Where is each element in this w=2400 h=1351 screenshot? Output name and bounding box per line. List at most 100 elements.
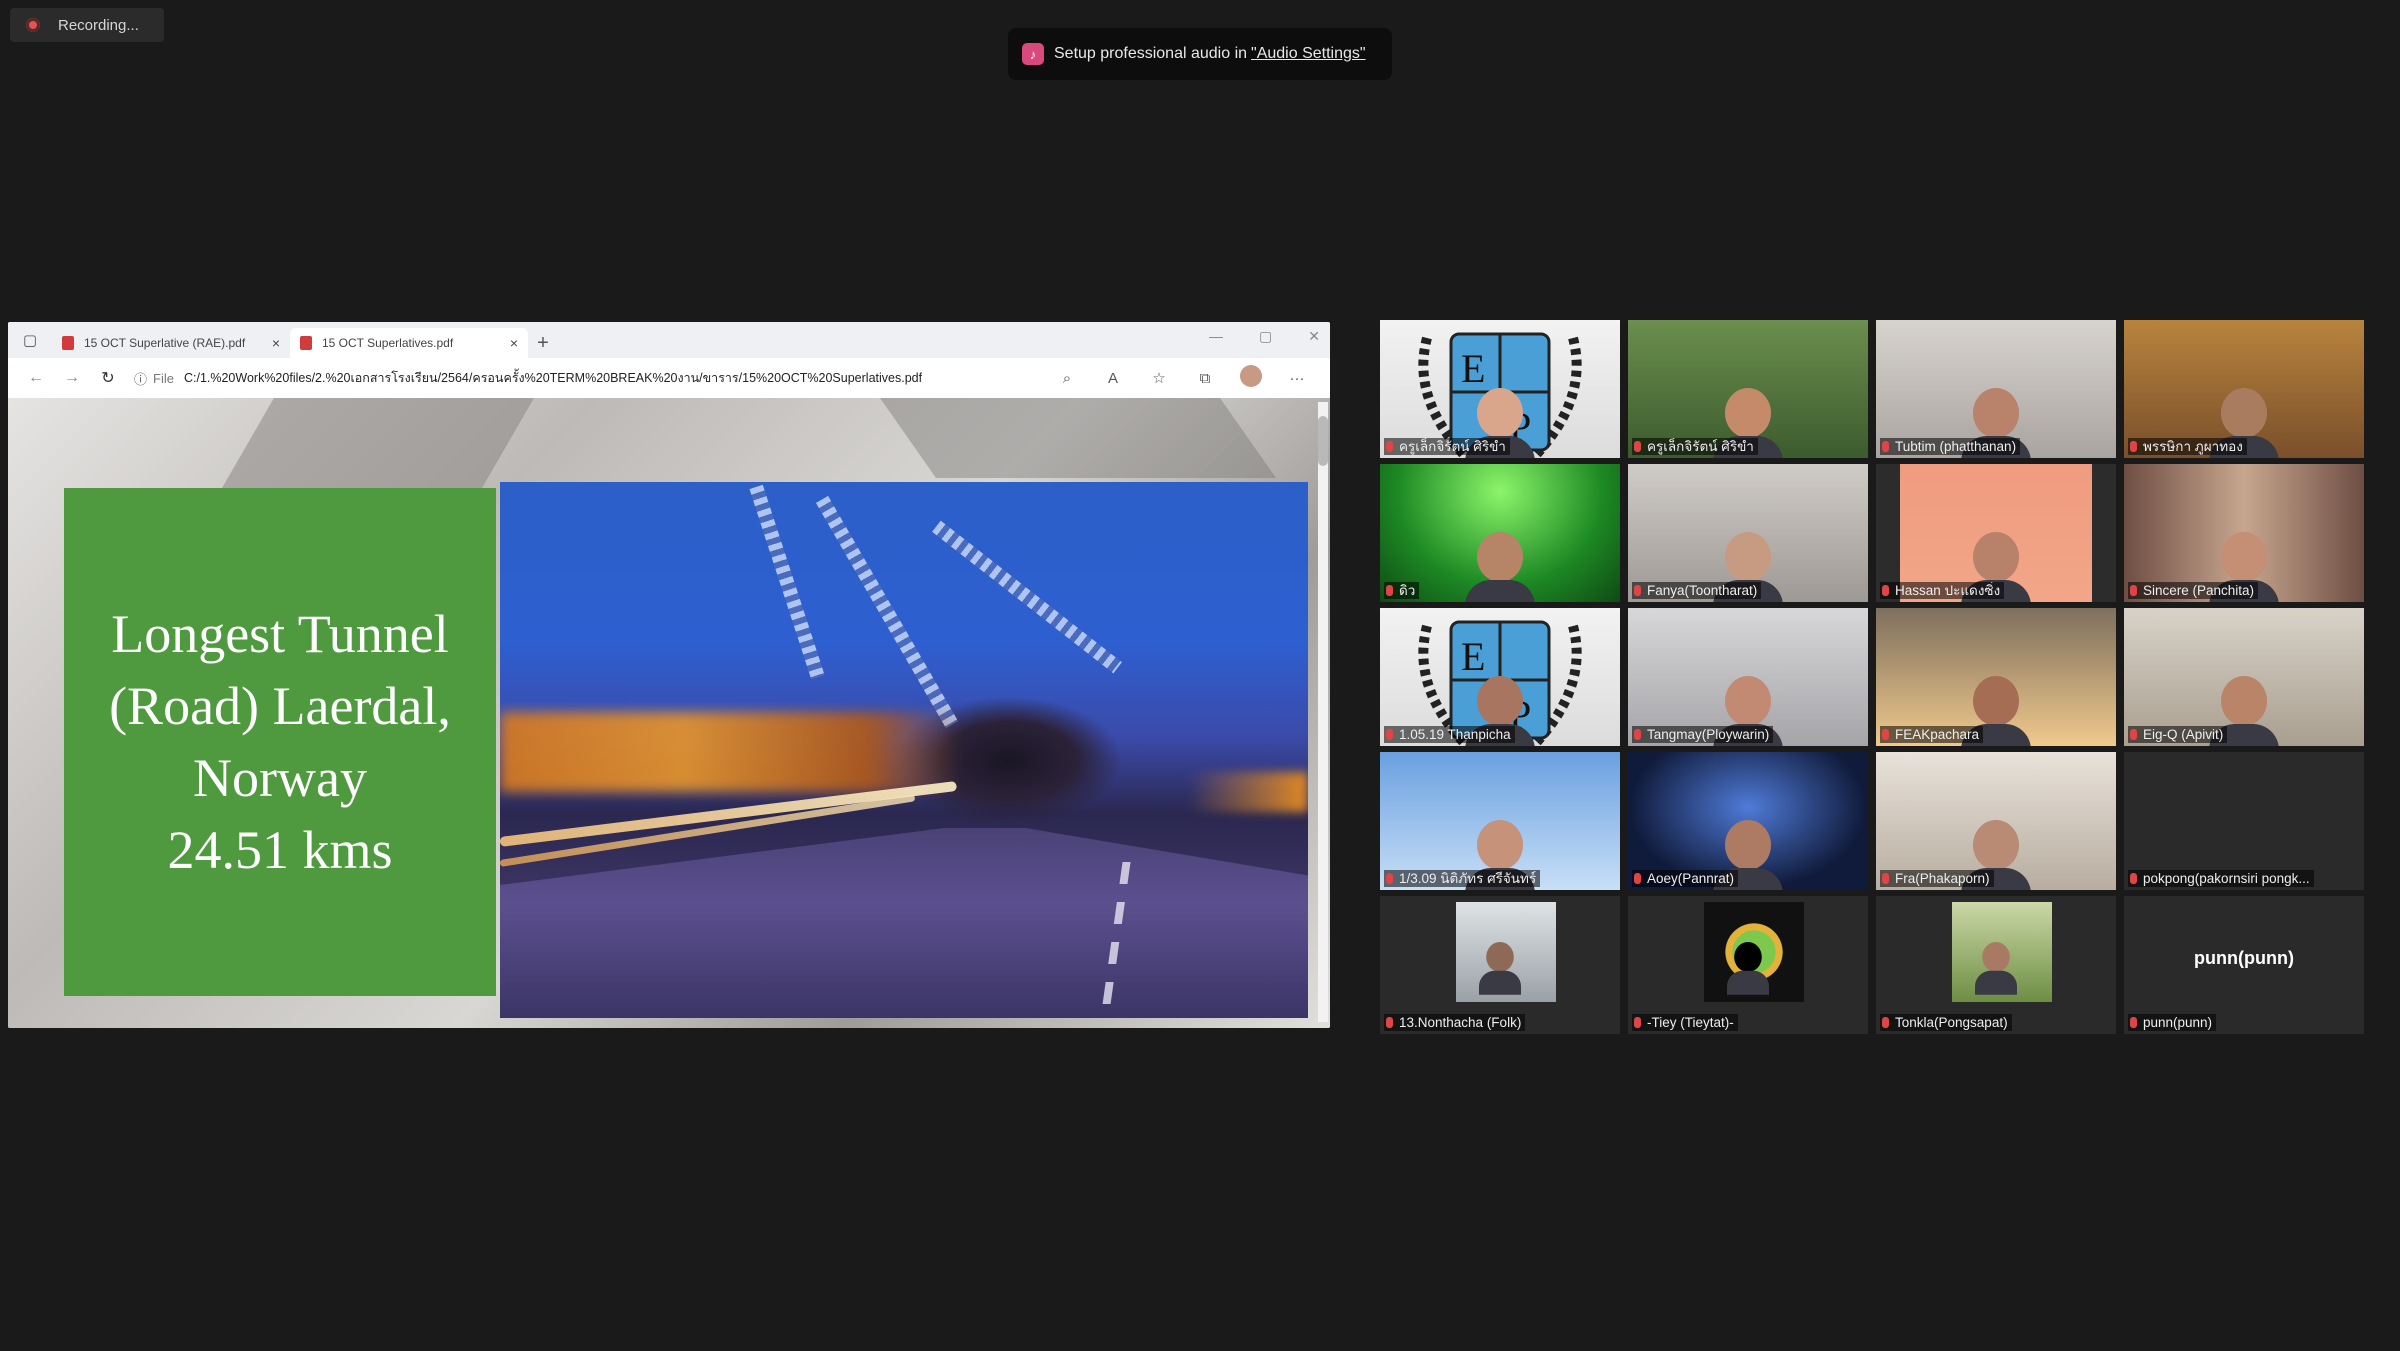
- pdf-scrollbar[interactable]: [1318, 402, 1328, 1022]
- url-text: C:/1.%20Work%20files/2.%20เอกสารโรงเรียน…: [183, 371, 923, 385]
- participant-tile[interactable]: พรรษิกา ภูผาทอง: [2124, 320, 2364, 458]
- participant-tile[interactable]: Fra(Phakaporn): [1876, 752, 2116, 890]
- forward-icon[interactable]: →: [54, 369, 90, 387]
- participant-tile[interactable]: FEAKpachara: [1876, 608, 2116, 746]
- participant-tile[interactable]: E P ครูเล็กจิรัตน์ ศิริขำ: [1380, 320, 1620, 458]
- participant-tile[interactable]: Aoey(Pannrat): [1628, 752, 1868, 890]
- participant-name: พรรษิกา ภูผาทอง: [2143, 439, 2243, 454]
- participant-tile[interactable]: Tangmay(Ploywarin): [1628, 608, 1868, 746]
- audio-settings-toast: ♪ Setup professional audio in "Audio Set…: [1008, 28, 1392, 80]
- participant-person: [1727, 942, 1769, 996]
- svg-text:E: E: [1461, 634, 1485, 679]
- address-bar: ← → ↻ ⓘ File C:/1.%20Work%20files/2.%20เ…: [8, 358, 1330, 399]
- participant-tile[interactable]: Sincere (Panchita): [2124, 464, 2364, 602]
- participant-tile[interactable]: Tonkla(Pongsapat): [1876, 896, 2116, 1034]
- muted-mic-icon: [1634, 1017, 1641, 1028]
- muted-mic-icon: [1634, 585, 1641, 596]
- muted-mic-icon: [1882, 441, 1889, 452]
- participant-tile[interactable]: ครูเล็กจิรัตน์ ศิริขำ: [1628, 320, 1868, 458]
- muted-mic-icon: [1634, 441, 1641, 452]
- muted-mic-icon: [1386, 441, 1393, 452]
- participant-name: Tonkla(Pongsapat): [1895, 1015, 2008, 1030]
- back-icon[interactable]: ←: [18, 369, 54, 387]
- tab-label: 15 OCT Superlative (RAE).pdf: [84, 336, 246, 350]
- participant-name-label: Eig-Q (Apivit): [2128, 726, 2228, 743]
- shared-screen-browser: ▢ 15 OCT Superlative (RAE).pdf × 15 OCT …: [8, 322, 1330, 1028]
- url-field[interactable]: ⓘ File C:/1.%20Work%20files/2.%20เอกสารโ…: [134, 368, 1036, 388]
- muted-mic-icon: [1386, 585, 1393, 596]
- browser-tab[interactable]: 15 OCT Superlative (RAE).pdf ×: [52, 328, 290, 358]
- zoom-icon[interactable]: ⌕: [1044, 370, 1090, 387]
- participant-name-label: Sincere (Panchita): [2128, 582, 2259, 599]
- read-aloud-icon[interactable]: A: [1090, 370, 1136, 387]
- pdf-icon: [300, 336, 312, 350]
- recording-label: Recording...: [58, 16, 139, 34]
- participant-name: Tubtim (phatthanan): [1895, 439, 2017, 454]
- favorite-star-icon[interactable]: ☆: [1136, 369, 1182, 387]
- participant-name-label: -Tiey (Tieytat)-: [1632, 1014, 1738, 1031]
- participant-name: ครูเล็กจิรัตน์ ศิริขำ: [1399, 439, 1506, 454]
- close-tab-icon[interactable]: ×: [510, 335, 518, 351]
- participant-name: Aoey(Pannrat): [1647, 871, 1735, 886]
- participant-tile[interactable]: 1/3.09 นิติภัทร ศรีจันทร์: [1380, 752, 1620, 890]
- participant-name-label: FEAKpachara: [1880, 726, 1984, 743]
- participant-name-label: Tubtim (phatthanan): [1880, 438, 2021, 455]
- close-window-icon[interactable]: ✕: [1308, 328, 1320, 345]
- browser-tab-active[interactable]: 15 OCT Superlatives.pdf ×: [290, 328, 528, 358]
- tunnel-photo: [500, 482, 1308, 1018]
- more-menu-icon[interactable]: ···: [1274, 370, 1320, 387]
- participant-name-label: ครูเล็กจิรัตน์ ศิริขำ: [1632, 438, 1758, 455]
- participant-tile[interactable]: Fanya(Toontharat): [1628, 464, 1868, 602]
- muted-mic-icon: [1386, 1017, 1393, 1028]
- participant-tile[interactable]: Eig-Q (Apivit): [2124, 608, 2364, 746]
- participant-tile[interactable]: -Tiey (Tieytat)-: [1628, 896, 1868, 1034]
- participant-tile[interactable]: 13.Nonthacha (Folk): [1380, 896, 1620, 1034]
- participant-name: -Tiey (Tieytat)-: [1647, 1015, 1734, 1030]
- muted-mic-icon: [1386, 729, 1393, 740]
- participant-name-label: 13.Nonthacha (Folk): [1384, 1014, 1526, 1031]
- browser-tab-bar: ▢ 15 OCT Superlative (RAE).pdf × 15 OCT …: [8, 322, 1330, 358]
- muted-mic-icon: [1386, 873, 1393, 884]
- minimize-icon[interactable]: —: [1209, 328, 1223, 345]
- participant-name: ครูเล็กจิรัตน์ ศิริขำ: [1647, 439, 1754, 454]
- participant-tile[interactable]: Hassan ปะแดงซิ่ง: [1876, 464, 2116, 602]
- recording-indicator[interactable]: Recording...: [10, 8, 164, 42]
- participant-tile[interactable]: ดิว: [1380, 464, 1620, 602]
- maximize-icon[interactable]: ▢: [1259, 328, 1272, 345]
- profile-icon[interactable]: [1228, 365, 1274, 391]
- muted-mic-icon: [1882, 729, 1889, 740]
- pdf-icon: [62, 336, 74, 350]
- participant-name: 1.05.19 Thanpicha: [1399, 727, 1511, 742]
- participant-tile[interactable]: E P 1.05.19 Thanpicha: [1380, 608, 1620, 746]
- muted-mic-icon: [2130, 729, 2137, 740]
- muted-mic-icon: [1882, 1017, 1889, 1028]
- participant-name: ดิว: [1399, 583, 1416, 598]
- tab-label: 15 OCT Superlatives.pdf: [322, 336, 454, 350]
- participant-name: FEAKpachara: [1895, 727, 1980, 742]
- collections-icon[interactable]: ⧉: [1182, 370, 1228, 387]
- participant-gallery: E P ครูเล็กจิรัตน์ ศิริขำ ครูเล็กจิรัตน์ ศิ…: [1380, 320, 2364, 1034]
- participant-name-label: Hassan ปะแดงซิ่ง: [1880, 582, 2005, 599]
- audio-settings-link[interactable]: "Audio Settings": [1251, 45, 1366, 63]
- participant-tile[interactable]: pokpong(pakornsiri pongk...: [2124, 752, 2364, 890]
- participant-name: 1/3.09 นิติภัทร ศรีจันทร์: [1399, 871, 1537, 886]
- new-tab-button[interactable]: +: [528, 328, 558, 358]
- participant-name: punn(punn): [2143, 1015, 2213, 1030]
- muted-mic-icon: [2130, 1017, 2137, 1028]
- close-tab-icon[interactable]: ×: [272, 335, 280, 351]
- pdf-viewer[interactable]: Longest Tunnel (Road) Laerdal, Norway 24…: [8, 398, 1330, 1028]
- participant-name-label: ครูเล็กจิรัตน์ ศิริขำ: [1384, 438, 1510, 455]
- participant-person: [1975, 942, 2017, 996]
- participant-tile[interactable]: punn(punn) punn(punn): [2124, 896, 2364, 1034]
- participant-name-label: 1/3.09 นิติภัทร ศรีจันทร์: [1384, 870, 1541, 887]
- toast-text: Setup professional audio in: [1054, 45, 1248, 62]
- muted-mic-icon: [1634, 729, 1641, 740]
- participant-name-label: Tonkla(Pongsapat): [1880, 1014, 2012, 1031]
- svg-text:E: E: [1461, 346, 1485, 391]
- tab-actions-icon[interactable]: ▢: [8, 322, 52, 358]
- participant-name-label: Tangmay(Ploywarin): [1632, 726, 1774, 743]
- refresh-icon[interactable]: ↻: [90, 368, 126, 388]
- muted-mic-icon: [2130, 873, 2137, 884]
- participant-tile[interactable]: Tubtim (phatthanan): [1876, 320, 2116, 458]
- participant-name-label: พรรษิกา ภูผาทอง: [2128, 438, 2247, 455]
